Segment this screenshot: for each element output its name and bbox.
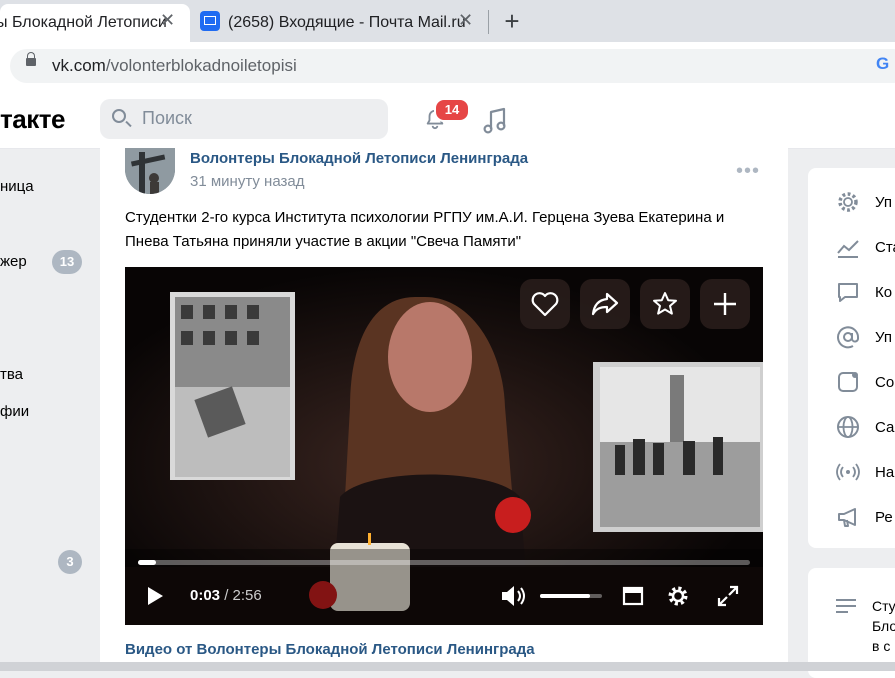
menu-item-label: Ре [875,508,893,526]
menu-item-broadcast[interactable]: На [836,460,894,484]
video-player[interactable]: 0:03 / 2:56 [125,267,763,625]
post-time[interactable]: 31 минуту назад [190,173,304,190]
video-time: 0:03 / 2:56 [190,587,262,604]
menu-item-messages[interactable]: Со [836,370,894,394]
volume-icon[interactable] [499,583,527,609]
menu-item-label: Ста [875,238,895,256]
video-duration: 2:56 [232,587,262,604]
info-line: Сту [872,598,895,614]
avatar-image [125,148,175,194]
post-text: Студентки 2-го курса Института психологи… [125,209,725,250]
at-icon [837,326,860,349]
menu-item-stats[interactable]: Ста [836,235,895,259]
group-management-menu: Уп Ста Ко Уп Со Са На Ре [808,168,895,548]
menu-item-label: На [875,463,895,481]
video-current-time: 0:03 [190,587,221,604]
close-tab-icon[interactable]: ✕ [160,10,175,31]
favorite-star-icon[interactable] [652,291,678,317]
music-icon[interactable] [482,105,508,135]
video-progress-bar[interactable] [138,560,750,565]
sidebar-item-photos[interactable]: фии [0,403,29,420]
url-path: /volonterblokadnoiletopisi [105,56,297,75]
browser-tab-mail[interactable]: (2658) Входящие - Почта Mail.ru ✕ [228,4,478,42]
miniplayer-icon[interactable] [622,585,644,607]
add-icon[interactable] [712,291,738,317]
menu-item-website[interactable]: Са [836,415,894,439]
info-line: в с [872,638,891,654]
share-icon[interactable] [590,291,620,317]
post-card: Волонтеры Блокадной Летописи Ленинграда … [100,148,788,671]
like-icon[interactable] [531,291,559,317]
gear-icon [838,192,858,212]
settings-gear-icon[interactable] [665,583,691,609]
search-icon [112,109,126,123]
search-placeholder: Поиск [142,108,192,128]
menu-item-label: Со [875,373,895,391]
broadcast-icon [836,463,860,481]
video-source-link[interactable]: Видео от Волонтеры Блокадной Летописи Ле… [125,641,535,658]
google-icon[interactable]: G [876,54,889,74]
megaphone-icon [838,508,856,527]
lock-icon [26,52,36,66]
sidebar-item-messenger[interactable]: жер [0,253,27,270]
sidebar-item-page[interactable]: ница [0,178,34,195]
url-host: vk.com [52,56,106,75]
video-time-separator: / [220,587,233,604]
browser-tab-vk[interactable]: ы Блокадной Летописи ✕ [0,4,190,42]
horizontal-scrollbar[interactable] [0,662,895,671]
url-text[interactable]: vk.com/volonterblokadnoiletopisi [52,56,297,76]
messenger-count-badge: 13 [52,250,82,274]
video-frame-image [125,267,763,625]
play-icon[interactable] [145,585,165,607]
menu-item-label: Уп [875,328,892,346]
video-progress-fill [138,560,157,565]
menu-item-label: Ко [875,283,893,301]
sidebar-count-badge: 3 [58,550,82,574]
comment-icon [838,283,858,302]
menu-item-label: Са [875,418,895,436]
stats-icon [837,240,859,258]
menu-item-manage[interactable]: Уп [836,190,892,214]
tab-title: (2658) Входящие - Почта Mail.ru [228,14,466,31]
post-author-link[interactable]: Волонтеры Блокадной Летописи Ленинграда [190,150,528,167]
menu-item-comments[interactable]: Ко [836,280,892,304]
close-tab-icon[interactable]: ✕ [458,10,473,31]
sidebar-item-communities[interactable]: тва [0,366,23,383]
globe-icon [837,416,859,438]
volume-level [540,594,590,598]
tab-title: ы Блокадной Летописи [0,14,167,31]
browser-tab-strip: ы Блокадной Летописи ✕ (2658) Входящие -… [0,0,895,42]
text-lines-icon [836,599,856,613]
menu-item-mentions[interactable]: Уп [836,325,892,349]
message-icon [838,372,858,392]
mail-favicon-icon [200,11,220,31]
volume-slider[interactable] [540,594,602,598]
avatar[interactable] [125,148,175,194]
fullscreen-icon[interactable] [717,585,739,607]
vk-logo[interactable]: такте [0,104,65,135]
menu-item-ads[interactable]: Ре [836,505,893,529]
browser-toolbar: vk.com/volonterblokadnoiletopisi G [0,42,895,89]
tab-separator [488,10,489,34]
info-line: Бло [872,618,895,634]
notification-badge: 14 [434,98,470,122]
search-input[interactable]: Поиск [100,99,388,139]
address-bar[interactable]: vk.com/volonterblokadnoiletopisi G [10,49,895,83]
menu-item-label: Уп [875,193,892,211]
more-options-icon[interactable]: ••• [736,160,760,183]
new-tab-button[interactable]: + [498,6,526,37]
